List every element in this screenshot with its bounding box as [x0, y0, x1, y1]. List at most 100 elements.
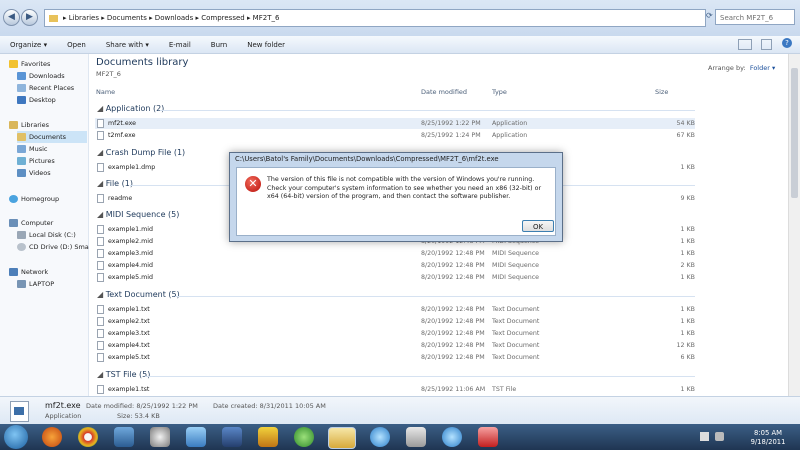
- file-row[interactable]: example2.txt 8/20/1992 12:48 PM Text Docum…: [95, 316, 695, 327]
- nav-libraries[interactable]: Libraries: [9, 119, 49, 131]
- start-button[interactable]: [4, 425, 28, 449]
- chrome-icon[interactable]: [78, 427, 98, 447]
- forward-button[interactable]: ▶: [21, 9, 38, 26]
- breadcrumb[interactable]: ▸ Libraries ▸ Documents ▸ Downloads ▸ Co…: [63, 14, 279, 22]
- desktop-icon: [17, 96, 26, 104]
- file-row[interactable]: example3.mid 8/20/1992 12:48 PM MIDI Seque…: [95, 248, 695, 259]
- nav-local-disk[interactable]: Local Disk (C:): [17, 229, 76, 241]
- details-size: Size: 53.4 KB: [117, 412, 160, 420]
- file-row[interactable]: example4.mid 8/20/1992 12:48 PM MIDI Seque…: [95, 260, 695, 271]
- column-header-size[interactable]: Size: [655, 88, 668, 96]
- midi-icon: [97, 249, 104, 258]
- clock-date: 9/18/2011: [750, 438, 786, 446]
- new-folder-button[interactable]: New folder: [247, 41, 285, 49]
- nav-pictures[interactable]: Pictures: [17, 155, 55, 167]
- file-row[interactable]: example1.tst 8/25/1992 11:06 AM TST File 1 …: [95, 384, 695, 395]
- arrange-by-dropdown[interactable]: Folder ▾: [750, 64, 775, 72]
- group-header-file[interactable]: ◢ File (1): [97, 179, 133, 188]
- media-icon[interactable]: [150, 427, 170, 447]
- nav-computer[interactable]: Computer: [9, 217, 53, 229]
- file-row[interactable]: example4.txt 8/20/1992 12:48 PM Text Docum…: [95, 340, 695, 351]
- nav-desktop[interactable]: Desktop: [17, 94, 56, 106]
- app-icon[interactable]: [294, 427, 314, 447]
- tray-volume-icon[interactable]: [715, 432, 724, 441]
- back-button[interactable]: ◀: [3, 9, 20, 26]
- folder-icon: [49, 14, 58, 22]
- nav-documents[interactable]: Documents: [17, 131, 87, 143]
- column-header-type[interactable]: Type: [492, 88, 507, 96]
- app-icon[interactable]: [406, 427, 426, 447]
- details-pane: mf2t.exe Application Date modified: 8/25…: [0, 396, 800, 425]
- group-divider: [145, 376, 695, 377]
- nav-music[interactable]: Music: [17, 143, 48, 155]
- dev-cpp-icon[interactable]: [222, 427, 242, 447]
- share-with-button[interactable]: Share with ▾: [106, 41, 149, 49]
- column-header-name[interactable]: Name: [96, 88, 115, 96]
- nav-videos[interactable]: Videos: [17, 167, 51, 179]
- text-file-icon: [97, 353, 104, 362]
- open-button[interactable]: Open: [67, 41, 86, 49]
- app-icon[interactable]: [478, 427, 498, 447]
- midi-icon: [97, 225, 104, 234]
- help-icon[interactable]: ?: [782, 38, 792, 48]
- network-icon: [9, 268, 18, 276]
- views-icon[interactable]: [738, 39, 752, 50]
- file-row[interactable]: example1.txt 8/20/1992 12:48 PM Text Docum…: [95, 304, 695, 315]
- app-icon[interactable]: [370, 427, 390, 447]
- homegroup-icon: [9, 195, 18, 203]
- tray-network-icon[interactable]: [700, 432, 709, 441]
- group-header-tst[interactable]: ◢ TST File (5): [97, 370, 150, 379]
- group-divider: [160, 110, 695, 111]
- computer-icon: [9, 219, 18, 227]
- windows-explorer-icon[interactable]: [328, 427, 356, 449]
- nav-network[interactable]: Network: [9, 266, 48, 278]
- laptop-icon: [17, 280, 26, 288]
- downloads-icon: [17, 72, 26, 80]
- burn-button[interactable]: Burn: [211, 41, 227, 49]
- group-header-application[interactable]: ◢ Application (2): [97, 104, 164, 113]
- dialog-body: ✕ The version of this file is not compat…: [236, 167, 556, 236]
- nav-homegroup[interactable]: Homegroup: [9, 193, 59, 205]
- app-icon[interactable]: [442, 427, 462, 447]
- file-row[interactable]: mf2t.exe 8/25/1992 1:22 PM Application 54 K…: [95, 118, 695, 129]
- music-icon: [17, 145, 26, 153]
- dialog-message: The version of this file is not compatib…: [267, 176, 542, 200]
- file-row[interactable]: example3.txt 8/20/1992 12:48 PM Text Docum…: [95, 328, 695, 339]
- app-icon[interactable]: [258, 427, 278, 447]
- firefox-icon[interactable]: [42, 427, 62, 447]
- details-date-created: Date created: 8/31/2011 10:05 AM: [213, 402, 326, 410]
- search-input[interactable]: Search MF2T_6: [715, 9, 795, 25]
- nav-downloads[interactable]: Downloads: [17, 70, 65, 82]
- nav-recent-places[interactable]: Recent Places: [17, 82, 74, 94]
- vertical-scrollbar[interactable]: [788, 54, 800, 396]
- ok-button[interactable]: OK: [522, 220, 554, 232]
- file-row[interactable]: example5.mid 8/20/1992 12:48 PM MIDI Seque…: [95, 272, 695, 283]
- scrollbar-thumb[interactable]: [791, 68, 798, 198]
- pictures-icon: [17, 157, 26, 165]
- nav-favorites[interactable]: Favorites: [9, 58, 50, 70]
- nav-cd-drive[interactable]: CD Drive (D:) Sma: [17, 241, 89, 253]
- app-icon[interactable]: [114, 427, 134, 447]
- taskbar-clock[interactable]: 8:05 AM 9/18/2011: [740, 429, 796, 447]
- error-dialog: C:\Users\Batol's Family\Documents\Downlo…: [229, 152, 563, 242]
- email-button[interactable]: E-mail: [169, 41, 191, 49]
- library-title: Documents library: [96, 57, 189, 68]
- file-row[interactable]: example5.txt 8/20/1992 12:48 PM Text Docum…: [95, 352, 695, 363]
- midi-icon: [97, 273, 104, 282]
- file-row[interactable]: t2mf.exe 8/25/1992 1:24 PM Application 67 K…: [95, 130, 695, 141]
- application-icon: [97, 131, 104, 140]
- address-input[interactable]: ▸ Libraries ▸ Documents ▸ Downloads ▸ Co…: [44, 9, 706, 27]
- column-header-date[interactable]: Date modified: [421, 88, 467, 96]
- application-icon: [10, 401, 29, 422]
- midi-icon: [97, 237, 104, 246]
- nav-laptop[interactable]: LAPTOP: [17, 278, 54, 290]
- organize-button[interactable]: Organize ▾: [10, 41, 47, 49]
- group-header-midi[interactable]: ◢ MIDI Sequence (5): [97, 210, 179, 219]
- group-header-text-document[interactable]: ◢ Text Document (5): [97, 290, 180, 299]
- preview-pane-icon[interactable]: [761, 39, 772, 50]
- group-header-crash-dump[interactable]: ◢ Crash Dump File (1): [97, 148, 185, 157]
- app-icon[interactable]: [186, 427, 206, 447]
- arrange-by[interactable]: Arrange by: Folder ▾: [708, 64, 775, 72]
- group-divider: [175, 296, 695, 297]
- refresh-icon[interactable]: ⟳: [706, 11, 713, 20]
